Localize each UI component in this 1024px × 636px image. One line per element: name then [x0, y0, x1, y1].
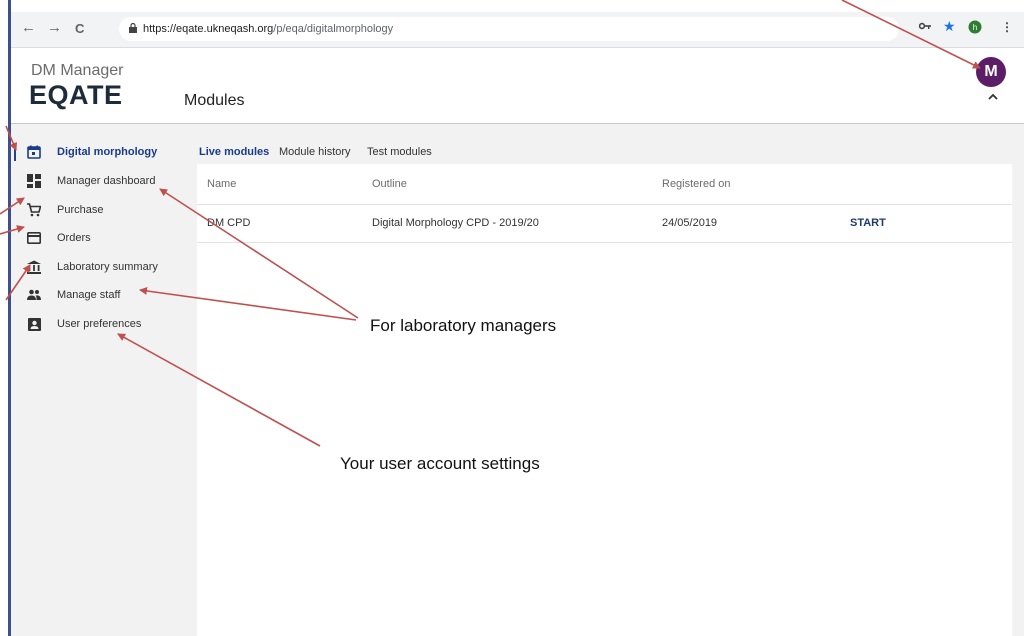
- column-header-registered[interactable]: Registered on: [662, 178, 731, 190]
- managers-annotation: For laboratory managers: [370, 316, 557, 335]
- account-box-icon: [27, 317, 41, 331]
- sidebar-item-label: User preferences: [57, 318, 142, 330]
- modules-table: Name Outline Registered on DM CPD Digita…: [197, 164, 1012, 636]
- table-row: DM CPD Digital Morphology CPD - 2019/20 …: [197, 204, 1012, 243]
- sidebar-item-label: Digital morphology: [57, 146, 158, 158]
- reload-icon[interactable]: C: [75, 21, 84, 36]
- url-host: https://eqate.ukneqash.org: [143, 23, 274, 35]
- page-title: Modules: [184, 92, 245, 109]
- sidebar-item-label: Laboratory summary: [57, 261, 158, 273]
- chevron-up-icon[interactable]: [988, 90, 998, 104]
- column-header-outline[interactable]: Outline: [372, 178, 407, 190]
- module-name: DM CPD: [207, 217, 251, 229]
- sidebar-item-manager-dashboard[interactable]: Manager dashboard: [11, 167, 193, 195]
- start-button[interactable]: START: [850, 217, 886, 229]
- cart-icon: [27, 203, 41, 217]
- key-icon[interactable]: [918, 20, 931, 34]
- calendar-icon: [27, 145, 41, 159]
- tab-test-modules[interactable]: Test modules: [367, 146, 432, 158]
- tab-live-modules[interactable]: Live modules: [199, 146, 269, 158]
- sidebar-item-label: Purchase: [57, 204, 104, 216]
- lock-icon: [129, 22, 137, 36]
- card-icon: [27, 231, 41, 245]
- dashboard-icon: [27, 174, 41, 188]
- forward-icon[interactable]: →: [47, 19, 62, 36]
- sidebar-item-digital-morphology[interactable]: Digital morphology: [11, 138, 193, 166]
- sidebar-item-label: Manager dashboard: [57, 175, 156, 187]
- brand-subtitle: DM Manager: [31, 62, 124, 79]
- sidebar-item-user-preferences[interactable]: User preferences: [11, 310, 193, 338]
- avatar[interactable]: M: [976, 57, 1006, 87]
- app-header: DM Manager EQATE Modules M: [11, 48, 1024, 124]
- browser-toolbar: ← → C https://eqate.ukneqash.org/p/eqa/d…: [11, 12, 1024, 48]
- url-path: /p/eqa/digitalmorphology: [273, 23, 394, 35]
- back-icon[interactable]: ←: [21, 19, 36, 36]
- sidebar-item-label: Orders: [57, 232, 91, 244]
- settings-annotation: Your user account settings: [340, 454, 540, 473]
- left-margin: [0, 0, 8, 636]
- column-header-name[interactable]: Name: [207, 178, 236, 190]
- table-header: Name Outline Registered on: [197, 164, 1012, 205]
- bank-icon: [27, 260, 41, 274]
- sidebar-item-laboratory-summary[interactable]: Laboratory summary: [11, 253, 193, 281]
- address-bar[interactable]: https://eqate.ukneqash.org/p/eqa/digital…: [119, 17, 899, 41]
- people-icon: [27, 288, 41, 302]
- sidebar-item-orders[interactable]: Orders: [11, 224, 193, 252]
- tab-bar: Live modules Module history Test modules: [193, 138, 1024, 166]
- browser-menu-icon[interactable]: ⋮: [1001, 20, 1013, 34]
- active-indicator: [14, 143, 16, 161]
- module-registered-date: 24/05/2019: [662, 217, 718, 229]
- module-outline: Digital Morphology CPD - 2019/20: [372, 217, 539, 229]
- sidebar-item-purchase[interactable]: Purchase: [11, 196, 193, 224]
- sidebar: Digital morphology Manager dashboard Pur…: [11, 124, 193, 636]
- extension-icon[interactable]: h: [968, 20, 982, 37]
- svg-text:h: h: [973, 23, 977, 32]
- main-content: Live modules Module history Test modules…: [193, 124, 1024, 636]
- sidebar-item-label: Manage staff: [57, 289, 121, 301]
- brand-logo[interactable]: EQATE: [29, 80, 123, 111]
- sidebar-item-manage-staff[interactable]: Manage staff: [11, 281, 193, 309]
- bookmark-star-icon[interactable]: ★: [943, 18, 956, 35]
- tab-module-history[interactable]: Module history: [279, 146, 351, 158]
